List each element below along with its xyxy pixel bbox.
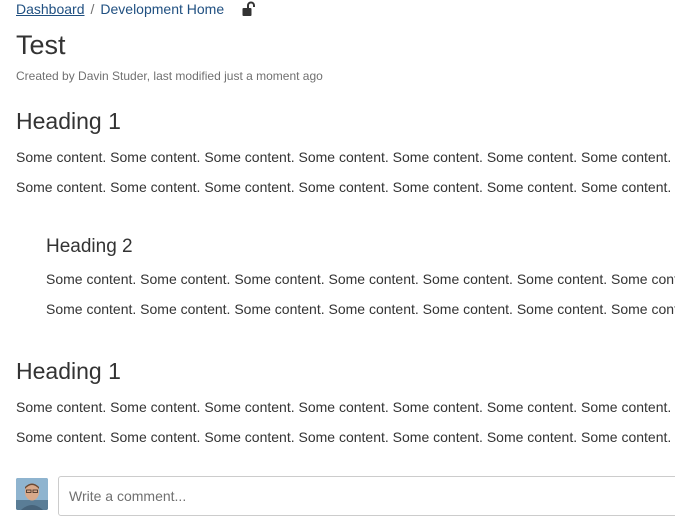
paragraph: Some content. Some content. Some content… [16,399,672,415]
page-content: Heading 1 Some content. Some content. So… [16,106,675,446]
content-section: Heading 1 Some content. Some content. So… [16,356,675,446]
comment-area [16,476,675,516]
heading-1: Heading 1 [16,108,121,134]
user-avatar[interactable] [16,478,48,510]
comment-input[interactable] [58,476,675,516]
breadcrumb-development-home-link[interactable]: Development Home [100,1,224,17]
paragraph: Some content. Some content. Some content… [46,301,675,317]
breadcrumb-dashboard-link[interactable]: Dashboard [16,1,85,17]
breadcrumb: Dashboard / Development Home [16,0,256,18]
breadcrumb-separator: / [90,1,95,17]
page-title: Test [16,30,66,60]
unlock-icon[interactable] [242,1,256,17]
user-avatar-icon [16,478,48,510]
page-metadata: Created by Davin Studer, last modified j… [16,69,323,83]
paragraph: Some content. Some content. Some content… [16,429,672,445]
heading-1: Heading 1 [16,358,121,384]
paragraph: Some content. Some content. Some content… [16,179,672,195]
paragraph: Some content. Some content. Some content… [16,149,672,165]
unlock-icon-svg [242,1,256,16]
content-section-indented: Heading 2 Some content. Some content. So… [16,234,675,318]
paragraph: Some content. Some content. Some content… [46,271,675,287]
heading-2: Heading 2 [46,236,133,257]
content-section: Heading 1 Some content. Some content. So… [16,106,675,196]
